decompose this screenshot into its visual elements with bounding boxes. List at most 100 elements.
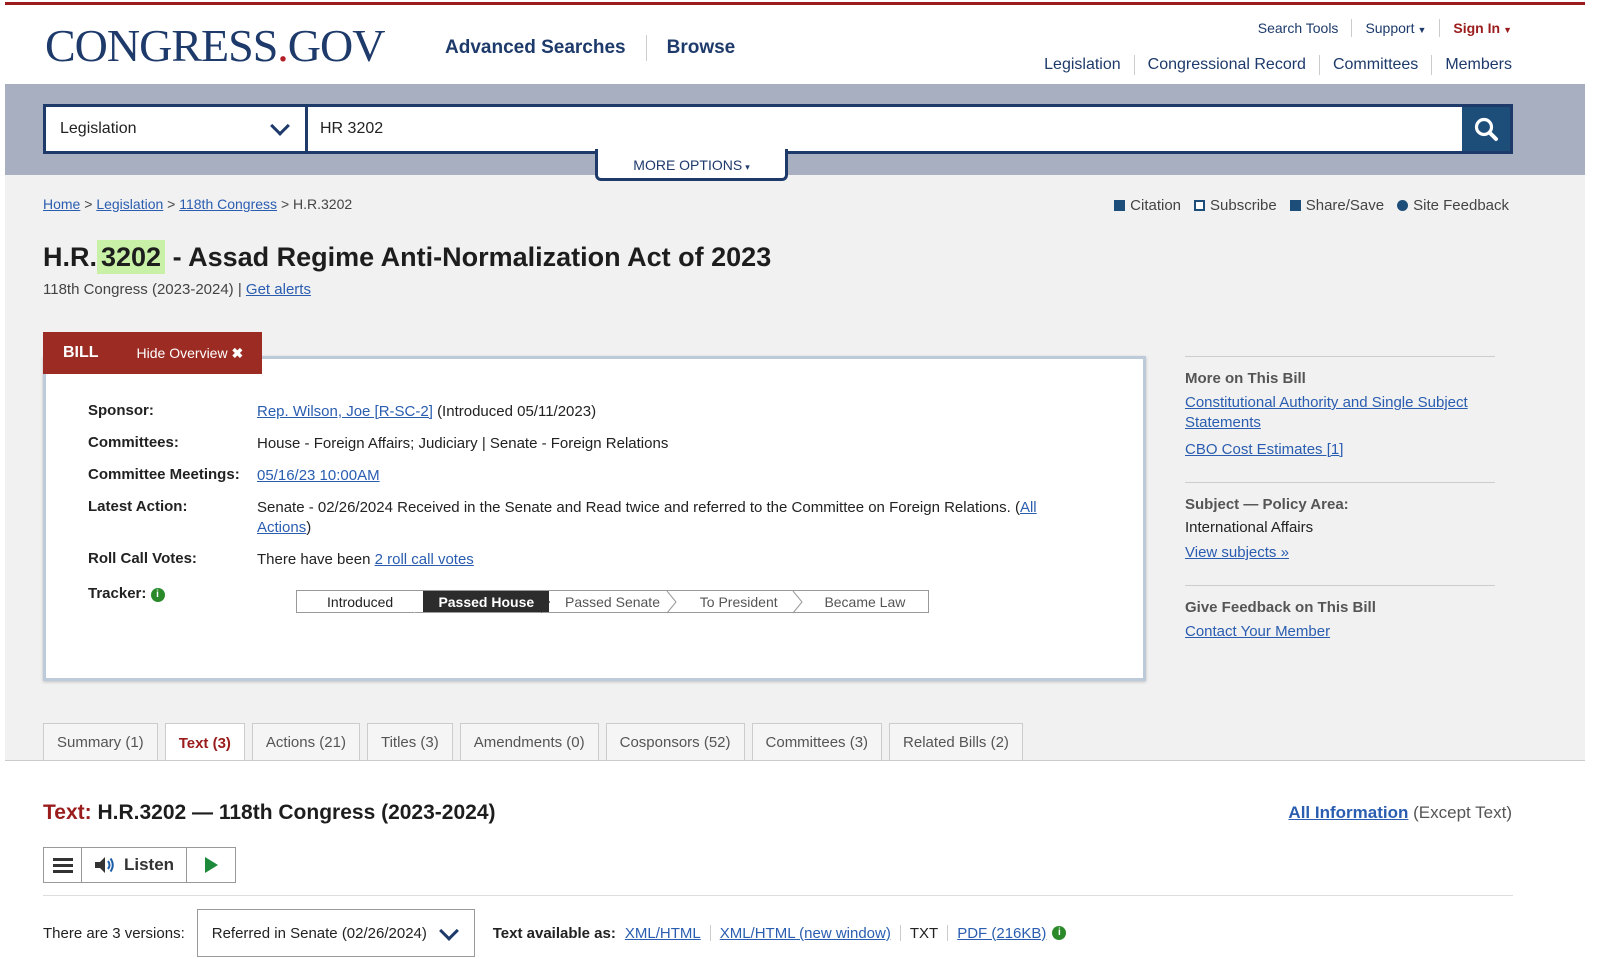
search-button[interactable]: [1462, 107, 1510, 151]
format-xml-html-link[interactable]: XML/HTML: [625, 925, 701, 942]
hamburger-icon: [52, 857, 73, 861]
all-information-note: (Except Text): [1413, 803, 1512, 822]
nav-browse[interactable]: Browse: [667, 37, 736, 59]
roll-call-text: There have been: [257, 551, 371, 568]
site-header: CONGRESS.GOV Advanced Searches Browse Se…: [5, 5, 1585, 84]
caret-down-icon: ▼: [1417, 25, 1427, 35]
search-scope-select[interactable]: Legislation: [46, 107, 308, 151]
sponsor-note: (Introduced 05/11/2023): [437, 403, 597, 420]
tracker-label: Tracker:: [88, 585, 147, 602]
subject-value: International Affairs: [1185, 519, 1314, 536]
breadcrumb-118th-congress[interactable]: 118th Congress: [179, 196, 277, 212]
latest-action-row: Latest Action: Senate - 02/26/2024 Recei…: [88, 498, 1087, 538]
tab-committees[interactable]: Committees (3): [751, 723, 883, 761]
nav-divider: [1351, 19, 1353, 37]
search-query-value: HR 3202: [320, 120, 384, 137]
congress-gov-logo[interactable]: CONGRESS.GOV: [45, 19, 385, 72]
play-button[interactable]: [187, 848, 235, 882]
nav-search-tools[interactable]: Search Tools: [1258, 20, 1339, 36]
text-heading-title: H.R.3202 — 118th Congress (2023-2024): [97, 801, 496, 824]
meeting-link[interactable]: 05/16/23 10:00AM: [257, 467, 380, 484]
listen-player: Listen: [43, 847, 236, 883]
format-divider: [899, 925, 901, 941]
nav-members[interactable]: Members: [1445, 56, 1512, 74]
hamburger-icon-bar: [52, 863, 73, 867]
nav-sign-in-label: Sign In: [1453, 20, 1501, 36]
sponsor-row: Sponsor: Rep. Wilson, Joe [R-SC-2] (Intr…: [88, 402, 1087, 422]
give-feedback: Give Feedback on This Bill Contact Your …: [1185, 585, 1495, 642]
roll-call-label: Roll Call Votes:: [88, 550, 197, 567]
text-heading: Text: H.R.3202 — 118th Congress (2023-20…: [43, 801, 496, 825]
breadcrumb-home[interactable]: Home: [43, 196, 80, 212]
logo-main: CONGRESS: [45, 20, 278, 71]
site-feedback-button[interactable]: Site Feedback: [1397, 197, 1509, 214]
info-icon[interactable]: i: [150, 588, 165, 602]
bill-overview-tab: BILL Hide Overview ✖: [43, 332, 262, 374]
envelope-icon: [1194, 200, 1206, 211]
committees-label: Committees:: [88, 434, 179, 451]
breadcrumb-separator: >: [280, 196, 290, 212]
view-subjects-link[interactable]: View subjects »: [1185, 543, 1495, 563]
secondary-nav: Legislation Congressional Record Committ…: [1044, 55, 1512, 75]
get-alerts-link[interactable]: Get alerts: [246, 281, 311, 298]
text-formats: Text available as: XML/HTML XML/HTML (ne…: [493, 925, 1067, 942]
nav-legislation[interactable]: Legislation: [1044, 56, 1121, 74]
subscribe-button[interactable]: Subscribe: [1194, 197, 1277, 214]
bill-tab-label: BILL: [63, 344, 99, 361]
more-on-this-bill: More on This Bill Constitutional Authori…: [1185, 356, 1495, 460]
format-divider: [947, 925, 949, 941]
tab-titles[interactable]: Titles (3): [366, 723, 453, 761]
all-information-link[interactable]: All Information: [1288, 803, 1408, 822]
format-txt[interactable]: TXT: [910, 925, 938, 942]
congress-subtitle: 118th Congress (2023-2024) | Get alerts: [43, 281, 311, 298]
constitutional-authority-link[interactable]: Constitutional Authority and Single Subj…: [1185, 393, 1495, 433]
bill-number-highlight: 3202: [97, 240, 166, 274]
meetings-row: Committee Meetings: 05/16/23 10:00AM: [88, 466, 1087, 486]
more-options-button[interactable]: MORE OPTIONS ▾: [595, 149, 788, 181]
tab-summary[interactable]: Summary (1): [43, 723, 158, 761]
nav-advanced-searches[interactable]: Advanced Searches: [445, 37, 626, 59]
latest-action-close: ): [306, 519, 312, 536]
main-nav: Advanced Searches Browse: [445, 35, 735, 61]
cbo-cost-estimates-link[interactable]: CBO Cost Estimates [1]: [1185, 440, 1495, 460]
hide-overview-button[interactable]: Hide Overview ✖: [137, 345, 244, 362]
tab-related-bills[interactable]: Related Bills (2): [889, 723, 1023, 761]
bill-prefix: H.R.: [43, 242, 97, 272]
roll-call-link[interactable]: 2 roll call votes: [375, 551, 474, 568]
contact-your-member-link[interactable]: Contact Your Member: [1185, 622, 1495, 642]
tab-amendments[interactable]: Amendments (0): [459, 723, 599, 761]
section-divider: [43, 895, 1513, 896]
nav-congressional-record[interactable]: Congressional Record: [1148, 56, 1306, 74]
tab-actions[interactable]: Actions (21): [251, 723, 360, 761]
nav-divider: [1318, 55, 1320, 75]
format-xml-html-new-window-link[interactable]: XML/HTML (new window): [720, 925, 891, 942]
citation-button[interactable]: Citation: [1114, 197, 1181, 214]
tracker-row: Tracker: i: [88, 585, 257, 602]
tab-text[interactable]: Text (3): [164, 723, 245, 762]
bill-tracker: Introduced Passed House Passed Senate To…: [296, 590, 929, 614]
listen-label: Listen: [123, 855, 175, 874]
nav-support[interactable]: Support ▼: [1365, 20, 1426, 36]
nav-divider: [1439, 19, 1441, 37]
breadcrumb-legislation[interactable]: Legislation: [96, 196, 163, 212]
format-pdf-link[interactable]: PDF (216KB): [957, 925, 1046, 942]
listen-button[interactable]: Listen: [82, 848, 187, 882]
tab-cosponsors[interactable]: Cosponsors (52): [605, 723, 745, 761]
nav-sign-in[interactable]: Sign In ▼: [1453, 20, 1512, 36]
double-chevron-right-icon: »: [1280, 544, 1289, 561]
more-options-label: MORE OPTIONS: [633, 157, 743, 173]
more-on-bill-heading: More on This Bill: [1185, 370, 1306, 387]
logo-dot: .: [277, 20, 288, 71]
share-save-button[interactable]: Share/Save: [1289, 197, 1385, 214]
share-save-label: Share/Save: [1305, 197, 1385, 214]
text-heading-label: Text:: [43, 801, 92, 824]
nav-divider: [645, 35, 647, 61]
info-icon[interactable]: i: [1052, 926, 1067, 940]
search-input[interactable]: HR 3202: [308, 107, 1462, 151]
player-menu-button[interactable]: [44, 848, 82, 882]
chevron-down-icon: [270, 116, 290, 136]
version-select[interactable]: Referred in Senate (02/26/2024): [196, 909, 475, 957]
sponsor-link[interactable]: Rep. Wilson, Joe [R-SC-2]: [257, 403, 433, 420]
meetings-label: Committee Meetings:: [88, 466, 240, 483]
nav-committees[interactable]: Committees: [1333, 56, 1418, 74]
